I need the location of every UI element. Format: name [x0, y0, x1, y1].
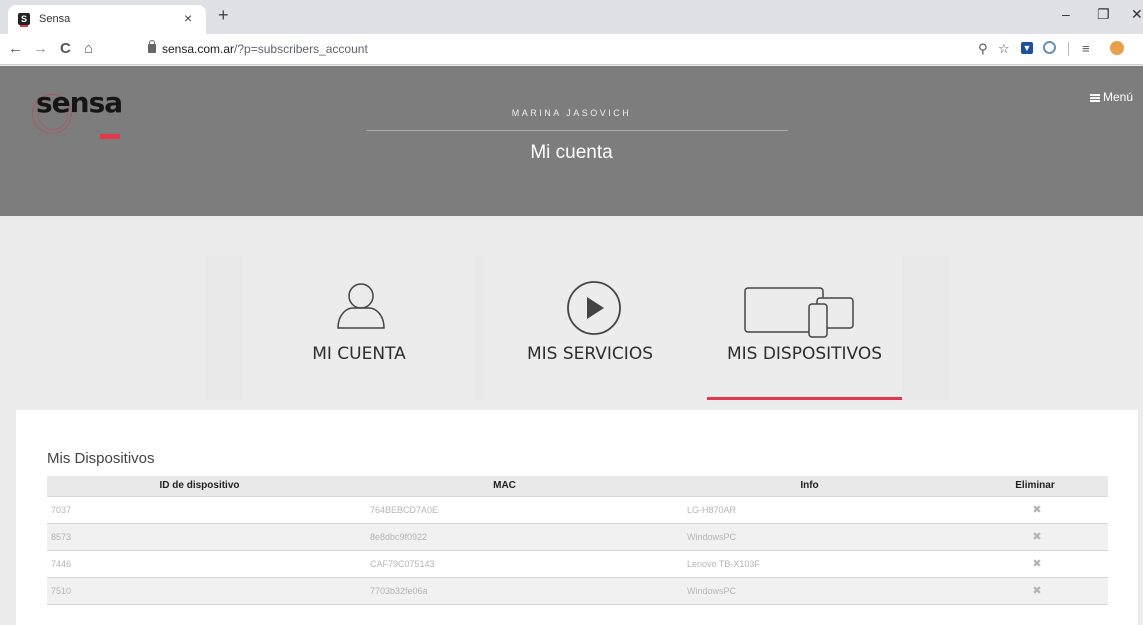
- table-row: 8573 8e8dbc9f0922 WindowsPC ✖: [47, 523, 1108, 551]
- device-id: 7037: [47, 496, 352, 524]
- column-header-delete: Eliminar: [962, 476, 1108, 497]
- card-label: MI CUENTA: [312, 344, 406, 364]
- device-mac: 8e8dbc9f0922: [352, 523, 657, 551]
- card-mis-dispositivos[interactable]: MIS DISPOSITIVOS: [707, 256, 902, 400]
- column-header-info: Info: [657, 476, 962, 497]
- restore-icon[interactable]: ❐: [1097, 6, 1110, 23]
- device-mac: 7703b32fe06a: [352, 577, 657, 605]
- zoom-icon[interactable]: ⚲: [978, 41, 988, 57]
- bookmark-star-icon[interactable]: ☆: [998, 41, 1010, 57]
- hamburger-icon: [1090, 93, 1100, 102]
- profile-avatar[interactable]: [1110, 41, 1124, 55]
- browser-tab[interactable]: S Sensa ×: [8, 5, 206, 34]
- card-edge: [205, 256, 243, 400]
- minimize-icon[interactable]: –: [1062, 6, 1070, 22]
- card-label: MIS DISPOSITIVOS: [726, 344, 883, 364]
- device-info: LG-H870AR: [657, 496, 962, 524]
- active-tab-underline: [707, 397, 902, 400]
- menu-button[interactable]: Menú: [1090, 90, 1133, 104]
- tab-title: Sensa: [39, 13, 71, 25]
- delete-icon[interactable]: ✖: [962, 550, 1108, 578]
- card-label: MIS SERVICIOS: [527, 344, 653, 364]
- extension-icon[interactable]: [1043, 41, 1056, 54]
- device-id: 7446: [47, 550, 352, 578]
- address-bar: ← → C ⌂ sensa.com.ar/?p=subscribers_acco…: [0, 34, 1143, 65]
- delete-icon[interactable]: ✖: [962, 523, 1108, 551]
- user-name: MARINA JASOVICH: [511, 108, 632, 118]
- back-icon[interactable]: ←: [8, 40, 23, 57]
- table-row: 7510 7703b32fe06a WindowsPC ✖: [47, 577, 1108, 605]
- table-row: 7037 764BEBCD7A0E LG-H870AR ✖: [47, 496, 1108, 524]
- url-path: /?p=subscribers_account: [234, 42, 368, 56]
- table-row: 7446 CAF79C075143 Lenovo TB-X103F ✖: [47, 550, 1108, 578]
- section-title: Mis Dispositivos: [47, 450, 155, 467]
- menu-label: Menú: [1103, 90, 1134, 104]
- tab-close-icon[interactable]: ×: [184, 10, 192, 26]
- download-extension-icon[interactable]: ▼: [1021, 42, 1033, 54]
- window-close-icon[interactable]: ✕: [1131, 6, 1143, 23]
- delete-icon[interactable]: ✖: [962, 577, 1108, 605]
- reload-icon[interactable]: C: [60, 40, 71, 57]
- devices-icon: [744, 287, 854, 338]
- card-edge: [902, 256, 950, 400]
- home-icon[interactable]: ⌂: [84, 40, 93, 57]
- page-title: Mi cuenta: [530, 142, 613, 163]
- table-header-row: ID de dispositivo MAC Info Eliminar: [47, 476, 1108, 497]
- header-divider: [366, 130, 788, 131]
- url-input[interactable]: sensa.com.ar/?p=subscribers_account: [162, 42, 368, 56]
- device-mac: CAF79C075143: [352, 550, 657, 578]
- device-info: Lenovo TB-X103F: [657, 550, 962, 578]
- user-icon: [337, 283, 385, 329]
- lock-icon: [148, 40, 156, 53]
- card-mi-cuenta[interactable]: MI CUENTA: [243, 256, 475, 400]
- forward-icon[interactable]: →: [33, 40, 48, 57]
- devices-panel: Mis Dispositivos ID de dispositivo MAC I…: [16, 410, 1138, 625]
- card-mis-servicios[interactable]: MIS SERVICIOS: [474, 256, 706, 400]
- delete-icon[interactable]: ✖: [962, 496, 1108, 524]
- play-icon: [567, 281, 621, 335]
- column-header-mac: MAC: [352, 476, 657, 497]
- toolbar-divider: [1068, 42, 1069, 56]
- device-mac: 764BEBCD7A0E: [352, 496, 657, 524]
- new-tab-icon[interactable]: +: [218, 5, 229, 26]
- column-header-id: ID de dispositivo: [47, 476, 352, 497]
- device-id: 8573: [47, 523, 352, 551]
- url-host: sensa.com.ar: [162, 42, 235, 56]
- browser-tabbar: S Sensa × + – ❐ ✕: [0, 0, 1143, 34]
- sensa-favicon-icon: S: [18, 13, 30, 27]
- device-id: 7510: [47, 577, 352, 605]
- logo-accent-bar: [100, 134, 120, 139]
- site-header: sensa Menú MARINA JASOVICH Mi cuenta: [0, 66, 1143, 216]
- media-control-icon[interactable]: ≡: [1082, 41, 1090, 56]
- device-info: WindowsPC: [657, 523, 962, 551]
- device-info: WindowsPC: [657, 577, 962, 605]
- sensa-logo[interactable]: sensa: [32, 86, 126, 139]
- devices-table: ID de dispositivo MAC Info Eliminar 7037…: [47, 476, 1108, 605]
- account-sections: MI CUENTA MIS SERVICIOS MIS DISPOSITIVOS: [0, 216, 1143, 410]
